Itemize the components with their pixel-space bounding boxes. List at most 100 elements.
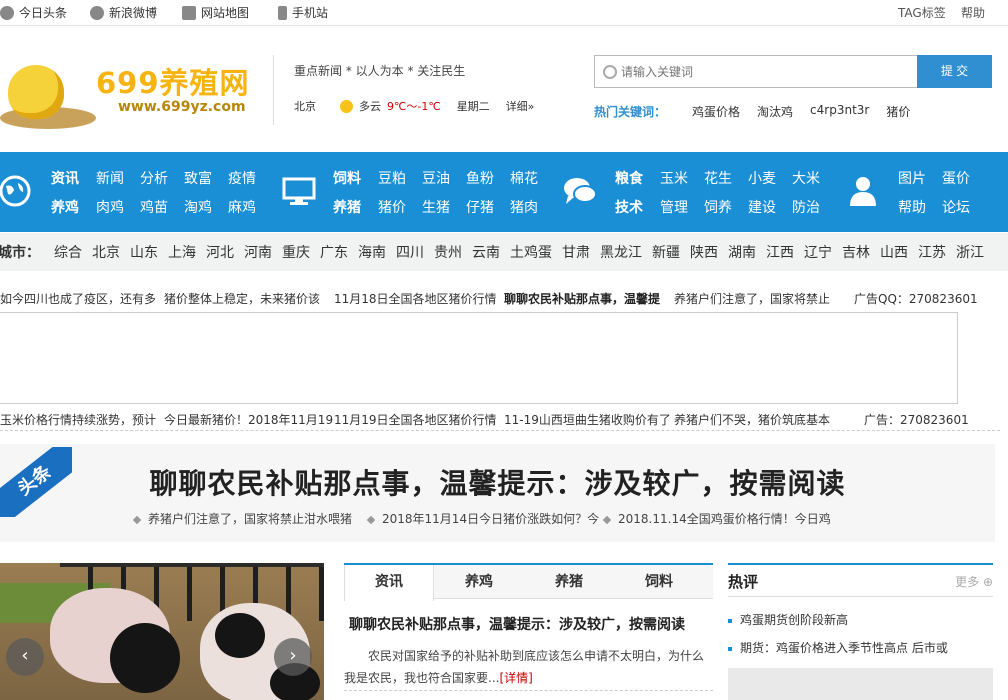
headline-sub-link[interactable]: 2018.11.14全国鸡蛋价格行情！今日鸡 [602,510,831,527]
nav-link-group2-row1-2[interactable]: 豆油 [422,168,450,188]
commentary-item[interactable]: 期货：鸡蛋价格进入季节性高点 后市或 [728,639,948,656]
nav-link-group4-row1-0[interactable]: 图片 [898,168,926,188]
nav-link-group1-row2-3[interactable]: 淘鸡 [184,197,212,217]
ticker-item[interactable]: 养猪户们不哭，猪价筑底基本 [674,411,830,428]
slider-prev-button[interactable]: ‹ [6,638,44,676]
nav-link-group3-row2-0[interactable]: 技术 [615,197,643,217]
toutiao-link[interactable]: 今日头条 [0,4,67,21]
nav-link-group3-row2-2[interactable]: 饲养 [704,197,732,217]
city-link[interactable]: 土鸡蛋 [510,242,552,262]
ticker-item[interactable]: 11-19山西垣曲生猪收购价有了 [504,411,671,428]
nav-link-group2-row2-4[interactable]: 猪肉 [510,197,538,217]
city-link[interactable]: 海南 [358,242,386,262]
headline-sub-link[interactable]: 养猪户们注意了，国家将禁止泔水喂猪 [132,510,352,527]
nav-link-group4-row2-0[interactable]: 帮助 [898,197,926,217]
help-link[interactable]: 帮助 [961,4,985,21]
search-input[interactable] [617,56,907,87]
tab-news[interactable]: 资讯 [344,565,434,601]
slider-next-button[interactable]: › [274,638,312,676]
nav-link-group1-row2-1[interactable]: 肉鸡 [96,197,124,217]
city-link[interactable]: 重庆 [282,242,310,262]
city-link[interactable]: 新疆 [652,242,680,262]
city-link[interactable]: 江西 [766,242,794,262]
nav-link-group2-row1-4[interactable]: 棉花 [510,168,538,188]
ad-banner[interactable] [0,312,958,404]
nav-link-group3-row2-4[interactable]: 防治 [792,197,820,217]
photo-slider[interactable]: ‹ › [0,563,324,700]
nav-link-group1-row1-4[interactable]: 疫情 [228,168,256,188]
ticker-item[interactable]: 养猪户们注意了，国家将禁止 [674,290,830,307]
news-title[interactable]: 聊聊农民补贴那点事，温馨提示：涉及较广，按需阅读 [349,614,685,634]
tab-chicken[interactable]: 养鸡 [434,565,524,598]
city-link[interactable]: 云南 [472,242,500,262]
nav-link-group3-row1-4[interactable]: 大米 [792,168,820,188]
tag-link[interactable]: TAG标签 [898,4,946,21]
city-link[interactable]: 陕西 [690,242,718,262]
city-link[interactable]: 山西 [880,242,908,262]
city-link[interactable]: 河北 [206,242,234,262]
commentary-item[interactable]: 鸡蛋期货创阶段新高 [728,611,848,628]
sitemap-link[interactable]: 网站地图 [182,4,249,21]
hot-keyword[interactable]: 猪价 [886,103,910,120]
nav-link-group1-row1-2[interactable]: 分析 [140,168,168,188]
tab-pig[interactable]: 养猪 [524,565,614,598]
city-link[interactable]: 北京 [92,242,120,262]
mobile-link[interactable]: 手机站 [278,4,328,21]
hot-keyword[interactable]: 淘汰鸡 [757,103,793,120]
ticker-item[interactable]: 猪价整体上稳定，未来猪价该 [164,290,320,307]
nav-link-group1-row2-2[interactable]: 鸡苗 [140,197,168,217]
city-link[interactable]: 黑龙江 [600,242,642,262]
nav-link-group3-row2-1[interactable]: 管理 [660,197,688,217]
nav-link-group2-row2-3[interactable]: 仔猪 [466,197,494,217]
city-link[interactable]: 综合 [54,242,82,262]
nav-link-group3-row1-2[interactable]: 花生 [704,168,732,188]
nav-link-group1-row2-4[interactable]: 麻鸡 [228,197,256,217]
city-link[interactable]: 广东 [320,242,348,262]
nav-link-group4-row1-1[interactable]: 蛋价 [942,168,970,188]
nav-link-group4-row2-1[interactable]: 论坛 [942,197,970,217]
city-link[interactable]: 吉林 [842,242,870,262]
city-link[interactable]: 湖南 [728,242,756,262]
weather-widget: 北京 多云 9℃～-1℃ 星期二 详细» [294,98,534,114]
city-link[interactable]: 河南 [244,242,272,262]
site-logo[interactable]: 699养殖网 www.699yz.com [0,55,260,130]
news-more-link[interactable]: [详情] [499,671,532,685]
city-link[interactable]: 甘肃 [562,242,590,262]
city-link[interactable]: 上海 [168,242,196,262]
nav-link-group3-row1-3[interactable]: 小麦 [748,168,776,188]
search-submit-button[interactable]: 提 交 [917,55,992,88]
ticker-item[interactable]: 如今四川也成了疫区，还有多 [0,290,156,307]
nav-link-group3-row1-0[interactable]: 粮食 [615,168,643,188]
ticker-item[interactable]: 11月18日全国各地区猪价行情 [334,290,497,307]
city-link[interactable]: 江苏 [918,242,946,262]
nav-link-group2-row2-1[interactable]: 猪价 [378,197,406,217]
hot-keyword[interactable]: c4rp3nt3r [810,103,869,120]
nav-link-group1-row1-1[interactable]: 新闻 [96,168,124,188]
nav-link-group3-row1-1[interactable]: 玉米 [660,168,688,188]
city-link[interactable]: 辽宁 [804,242,832,262]
city-link[interactable]: 浙江 [956,242,984,262]
headline-sub-link[interactable]: 2018年11月14日今日猪价涨跌如何？今 [366,510,599,527]
nav-link-group2-row2-2[interactable]: 生猪 [422,197,450,217]
nav-link-group3-row2-3[interactable]: 建设 [748,197,776,217]
nav-link-group1-row2-0[interactable]: 养鸡 [51,197,79,217]
commentary-more-link[interactable]: 更多 ⊕ [955,573,993,590]
nav-link-group2-row2-0[interactable]: 养猪 [333,197,361,217]
ticker-item[interactable]: 玉米价格行情持续涨势，预计 [0,411,156,428]
nav-link-group1-row1-3[interactable]: 致富 [184,168,212,188]
headline-title[interactable]: 聊聊农民补贴那点事，温馨提示：涉及较广，按需阅读 [0,462,995,502]
nav-link-group2-row1-1[interactable]: 豆粕 [378,168,406,188]
nav-link-group2-row1-3[interactable]: 鱼粉 [466,168,494,188]
weather-detail-link[interactable]: 详细» [506,98,535,114]
city-link[interactable]: 四川 [396,242,424,262]
city-link[interactable]: 贵州 [434,242,462,262]
tab-feed[interactable]: 饲料 [614,565,704,598]
hot-keyword[interactable]: 鸡蛋价格 [692,103,740,120]
city-link[interactable]: 山东 [130,242,158,262]
nav-link-group1-row1-0[interactable]: 资讯 [51,168,79,188]
ticker-item-bold[interactable]: 聊聊农民补贴那点事，温馨提 [504,290,660,307]
ticker-item[interactable]: 今日最新猪价！2018年11月19 [164,411,333,428]
nav-link-group2-row1-0[interactable]: 饲料 [333,168,361,188]
weibo-link[interactable]: 新浪微博 [90,4,157,21]
ticker-item[interactable]: 11月19日全国各地区猪价行情 [334,411,497,428]
